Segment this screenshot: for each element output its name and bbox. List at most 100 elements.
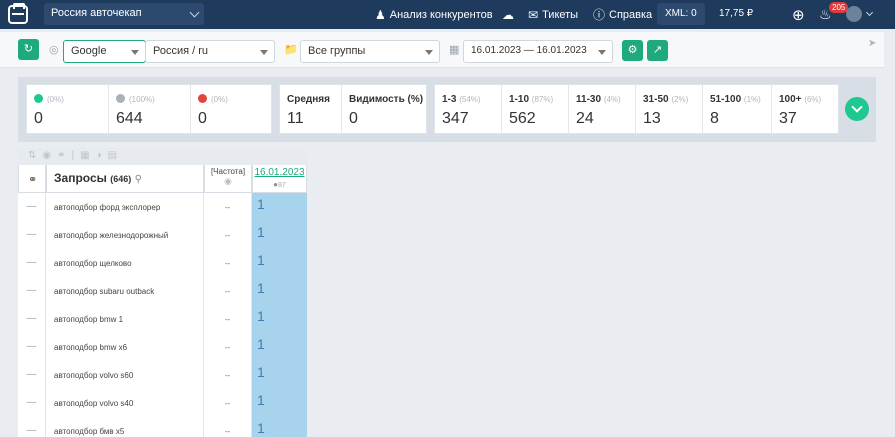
minus-icon [116,94,125,103]
help-link[interactable]: ⓘ Справка [593,0,652,29]
cloud-upload-icon[interactable]: ☁ [502,0,518,29]
briefcase-icon[interactable] [8,3,28,24]
expand-button[interactable] [845,97,869,121]
export-button[interactable]: ↗ [647,40,668,61]
date-column-header[interactable]: 16.01.2023 ●87 [252,165,307,193]
range-value: 347 [442,110,469,127]
table-row: — автоподбор volvo s60 -- 1 [18,361,307,389]
stat-up[interactable]: (0%) 0 [27,85,109,133]
top-bar: Россия авточекап ♟ Анализ конкурентов ☁ … [0,0,895,29]
row-toggle[interactable]: — [18,417,46,437]
add-icon[interactable]: ⊕ [792,0,805,29]
range-11-30[interactable]: 11-30 (4%) 24 [569,85,636,133]
link-icon[interactable]: ⚭ [57,150,71,161]
queries-header-label: Запросы [54,171,107,185]
position-value[interactable]: 1 [252,389,307,417]
range-label: 1-10 [509,94,530,105]
position-value[interactable]: 1 [252,277,307,305]
stat-same[interactable]: (100%) 644 [109,85,191,133]
frequency-value: -- [204,333,252,361]
table-row: — автоподбор bmw 1 -- 1 [18,305,307,333]
row-toggle[interactable]: — [18,305,46,333]
query-text: автоподбор subaru outback [46,277,204,305]
frequency-value: -- [204,305,252,333]
row-toggle[interactable]: — [18,333,46,361]
account-balance[interactable]: 17,75 ₽ [705,3,777,25]
stat-down[interactable]: (0%) 0 [191,85,273,133]
query-text: автоподбор bmw 1 [46,305,204,333]
folder-icon[interactable]: ▤ [108,150,123,161]
queries-count: (646) [110,174,132,184]
position-value[interactable]: 1 [252,333,307,361]
tickets-link[interactable]: ✉ Тикеты [528,0,578,29]
query-text: автоподбор bmw x6 [46,333,204,361]
range-pct: (2%) [671,95,689,104]
row-toggle[interactable]: — [18,361,46,389]
competitors-link[interactable]: ♟ Анализ конкурентов [375,0,493,29]
date-header-label[interactable]: 16.01.2023 [253,165,306,178]
avatar[interactable] [846,6,862,22]
positions-table: ⇅◉⚭|▦◑▤ ⚭ Запросы (646) ⚲ [Частота] ◉ 16… [18,148,307,437]
region-value: Россия / ru [153,45,209,57]
stat-down-value: 0 [198,110,207,127]
folder-icon: 📁 [284,44,298,56]
globe-icon: ◎ [49,44,59,56]
grid-icon[interactable]: ▦ [80,150,95,161]
position-value[interactable]: 1 [252,193,307,221]
chart-icon[interactable]: ◑ [96,150,108,161]
xml-balance[interactable]: XML: 0 [657,3,705,25]
table-row: — автоподбор железнодорожный -- 1 [18,221,307,249]
calendar-icon: ▦ [449,44,460,56]
stat-down-pct: (0%) [211,95,228,104]
chevron-down-icon[interactable] [865,8,874,17]
frequency-column-header[interactable]: [Частота] ◉ [204,165,252,193]
row-toggle[interactable]: — [18,249,46,277]
frequency-header-label: [Частота] [210,167,246,176]
stat-same-pct: (100%) [129,95,155,104]
stat-average-label: Средняя [287,94,330,105]
project-name: Россия авточекап [51,7,142,19]
position-value[interactable]: 1 [252,221,307,249]
engine-select[interactable]: Google [63,40,146,63]
range-label: 31-50 [643,94,669,105]
range-label: 100+ [779,94,802,105]
query-text: автоподбор форд эксплорер [46,193,204,221]
row-toggle[interactable]: — [18,277,46,305]
range-1-10[interactable]: 1-10 (87%) 562 [502,85,569,133]
frequency-value: -- [204,249,252,277]
range-value: 562 [509,110,536,127]
stat-up-pct: (0%) [47,95,64,104]
settings-button[interactable]: ⚙ [622,40,643,61]
sort-icon[interactable]: ⇅ [28,150,42,161]
range-pct: (4%) [603,95,621,104]
range-51-100[interactable]: 51-100 (1%) 8 [703,85,772,133]
question-icon: ⓘ [593,8,606,22]
position-value[interactable]: 1 [252,361,307,389]
row-toggle[interactable]: — [18,193,46,221]
query-text: автоподбор щелково [46,249,204,277]
queries-column-header[interactable]: Запросы (646) ⚲ [46,165,204,193]
position-value[interactable]: 1 [252,417,307,437]
search-icon[interactable]: ⚲ [135,174,142,185]
range-1-3[interactable]: 1-3 (54%) 347 [435,85,502,133]
row-toggle[interactable]: — [18,221,46,249]
range-100-plus[interactable]: 100+ (6%) 37 [772,85,838,133]
range-31-50[interactable]: 31-50 (2%) 13 [636,85,703,133]
position-value[interactable]: 1 [252,249,307,277]
groups-select[interactable]: Все группы [300,40,440,63]
ranges-card: 1-3 (54%) 347 1-10 (87%) 562 11-30 (4%) … [434,84,839,134]
chevron-down-icon [189,7,200,18]
refresh-button[interactable]: ↻ [18,39,39,60]
project-select[interactable]: Россия авточекап [44,3,204,25]
pin-icon[interactable]: ➤ [868,38,876,49]
eye-icon[interactable]: ◉ [42,150,57,161]
row-toggle[interactable]: — [18,389,46,417]
frequency-value: -- [204,277,252,305]
range-pct: (54%) [459,95,481,104]
link-column-header[interactable]: ⚭ [18,165,46,193]
frequency-value: -- [204,193,252,221]
position-value[interactable]: 1 [252,305,307,333]
table-row: — автоподбор subaru outback -- 1 [18,277,307,305]
date-range-select[interactable]: 16.01.2023 — 16.01.2023 [463,40,613,63]
region-select[interactable]: Россия / ru [145,40,275,63]
